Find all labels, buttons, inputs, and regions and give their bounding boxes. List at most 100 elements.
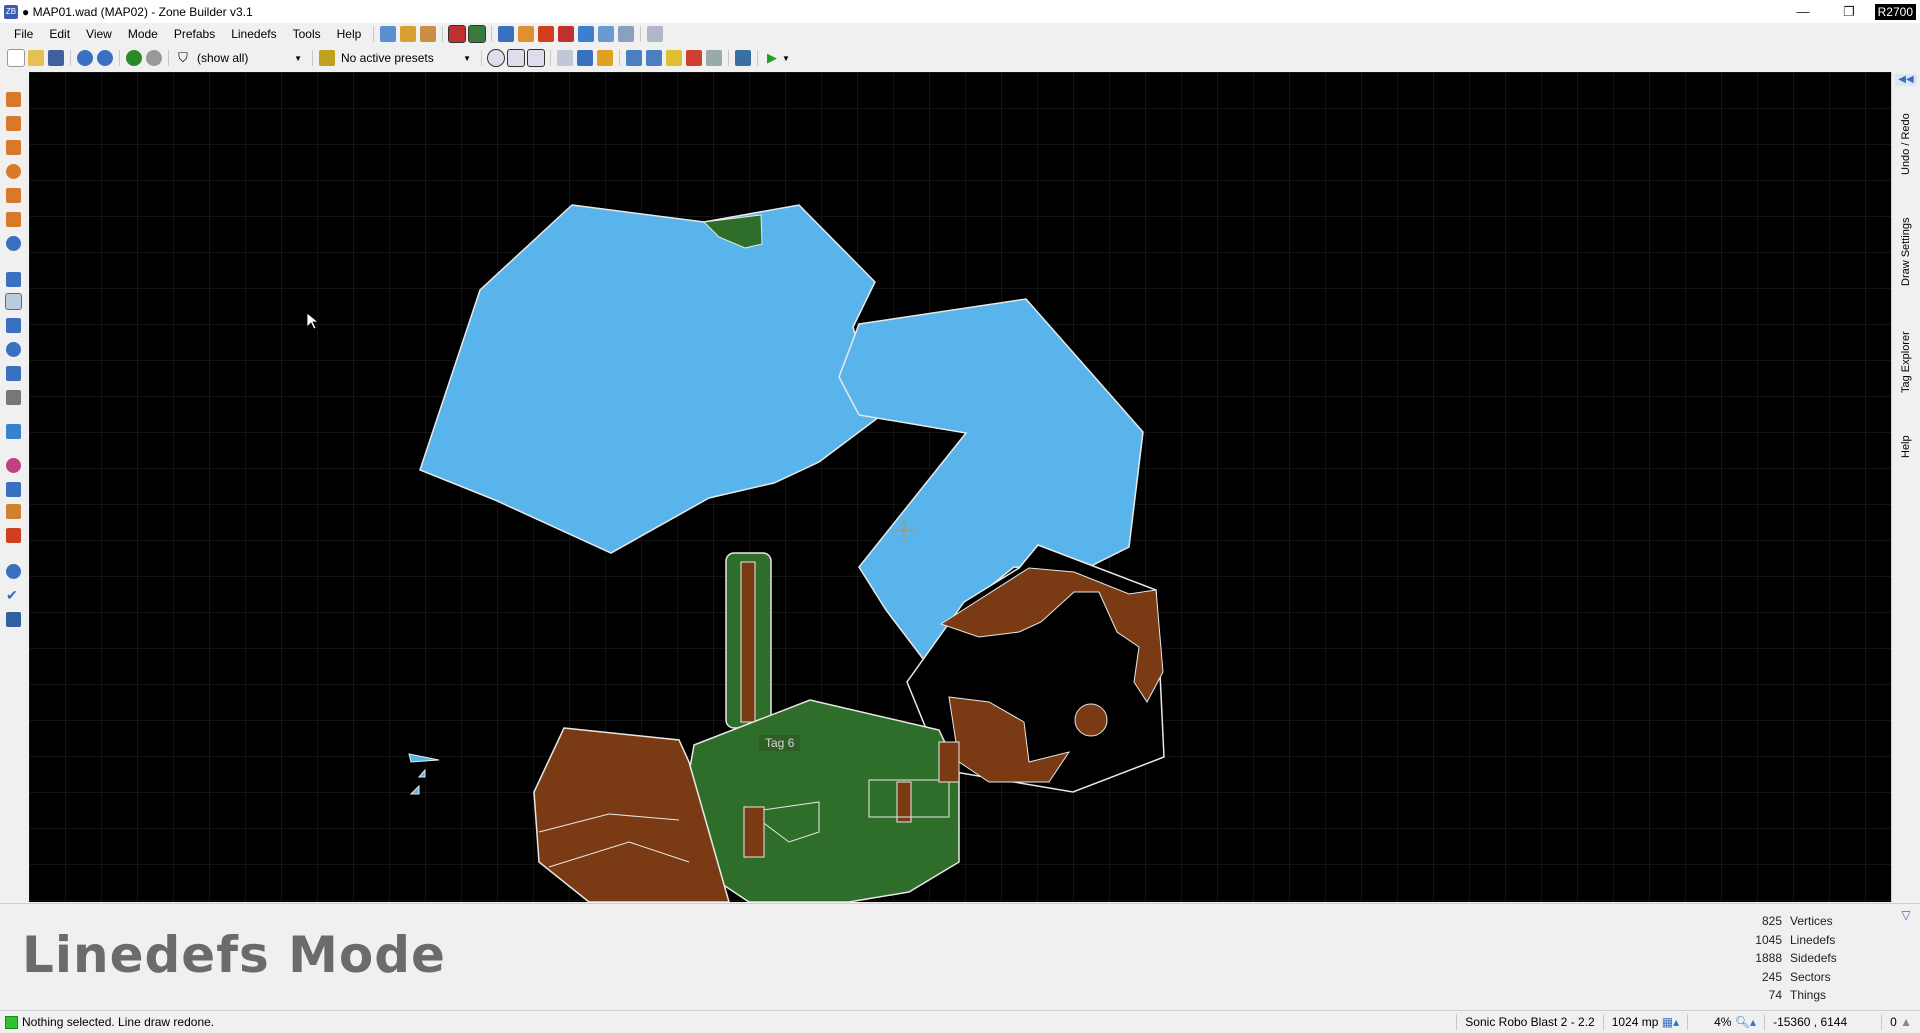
separator [70,50,71,66]
menu-help[interactable]: Help [329,23,370,45]
corridor-sector[interactable] [725,552,772,729]
tab-tag-explorer[interactable]: Tag Explorer [1896,322,1916,402]
status-right: Sonic Robo Blast 2 - 2.2 1024 mp ▦▴ 4% 🔍… [1456,1011,1920,1033]
grid-settings-icon[interactable]: ▦▴ [1662,1015,1679,1029]
sky-icon[interactable] [735,50,751,66]
make-sectors-icon[interactable] [6,366,21,381]
stat-label: Sidedefs [1790,951,1837,965]
chevron-down-icon[interactable]: ▼ [782,54,790,63]
status-bar: Nothing selected. Line draw redone. Soni… [0,1010,1920,1033]
redo-icon[interactable] [97,50,113,66]
insert-thing-icon[interactable] [126,50,142,66]
new-map-icon[interactable] [7,49,25,67]
draw-ellipse-icon[interactable] [6,164,21,179]
merge-icon[interactable] [666,50,682,66]
tool-misc-icon[interactable] [6,528,21,543]
zoom-level[interactable]: 4% 🔍︎▴ [1687,1014,1764,1030]
texture-mode-icon[interactable] [448,25,467,43]
open-map-icon[interactable] [28,50,44,66]
grid-icon[interactable] [626,50,642,66]
find-icon[interactable] [6,564,21,579]
separator [550,50,551,66]
tab-draw-settings[interactable]: Draw Settings [1896,212,1916,292]
edit-selection-icon[interactable] [6,390,21,405]
align-icon[interactable] [598,26,615,42]
draw-sector-icon[interactable] [6,504,21,519]
window-title: ● MAP01.wad (MAP02) - Zone Builder v3.1 [22,4,253,19]
separator [728,50,729,66]
separator [757,50,758,66]
draw-lines-icon[interactable] [6,92,21,107]
flip-icon[interactable] [558,26,575,42]
check-icon[interactable]: ✔ [6,588,21,603]
grid-size-value: 1024 mp [1611,1015,1659,1029]
menu-linedefs[interactable]: Linedefs [223,23,284,45]
menu-view[interactable]: View [78,23,120,45]
title-bar: ZB ● MAP01.wad (MAP02) - Zone Builder v3… [0,0,1920,23]
select-sectors-icon[interactable] [538,26,555,42]
grid-size[interactable]: 1024 mp ▦▴ [1602,1014,1687,1030]
filter-icon[interactable]: ⛉ [175,50,191,66]
draw-triangle-icon[interactable] [6,212,21,227]
paste-special-icon[interactable] [597,50,613,66]
stat-row: 825 Vertices [1742,912,1860,931]
sectors-mode-icon[interactable] [6,318,21,333]
stitch-icon[interactable] [706,50,722,66]
draw-grid-icon[interactable] [6,188,21,203]
copy-icon[interactable] [557,50,573,66]
visual-mode-icon[interactable] [6,424,21,439]
game-config[interactable]: Sonic Robo Blast 2 - 2.2 [1456,1014,1602,1030]
view-3d-icon[interactable] [527,49,545,67]
curve-lines-icon[interactable] [498,26,515,42]
menu-tools[interactable]: Tools [285,23,329,45]
vertices-mode-icon[interactable] [6,272,21,287]
map-options-icon[interactable] [380,26,397,42]
things-mode-icon[interactable] [6,342,21,357]
image-export-icon[interactable] [6,612,21,627]
minimize-button[interactable]: — [1780,0,1826,23]
gear-shape-icon[interactable] [518,26,535,42]
menu-mode[interactable]: Mode [120,23,166,45]
map-canvas[interactable]: Tag 6 [29,72,1891,902]
draw-curve-icon[interactable] [6,116,21,131]
color-picker-icon[interactable] [6,458,21,473]
tag-icon[interactable] [647,26,664,42]
paste-icon[interactable] [577,50,593,66]
linedefs-mode-icon[interactable] [5,293,22,310]
stat-row: 1045 Linedefs [1742,931,1860,950]
snap-grid-icon[interactable] [646,50,662,66]
stat-label: Vertices [1790,914,1833,928]
menu-edit[interactable]: Edit [41,23,78,45]
zoom-icon[interactable]: 🔍︎▴ [1735,1015,1756,1029]
flats-icon[interactable] [420,26,437,42]
undo-icon[interactable] [77,50,93,66]
maximize-button[interactable]: ❐ [1826,0,1872,23]
tab-undo-redo[interactable]: Undo / Redo [1896,104,1916,184]
view-brightness-icon[interactable] [507,49,525,67]
presets-value: No active presets [341,51,434,65]
textures-icon[interactable] [400,26,417,42]
autoalign-icon[interactable] [686,50,702,66]
split-lines-icon[interactable] [578,26,595,42]
view-wireframe-icon[interactable] [487,49,505,67]
expand-info-icon[interactable]: ▽ [1896,908,1916,922]
presets-icon[interactable] [319,50,335,66]
things-filter-icon[interactable] [468,25,487,43]
wrench-icon[interactable] [618,26,635,42]
presets-dropdown[interactable]: No active presets ▼ [337,51,477,65]
transform-icon[interactable] [6,482,21,497]
collapse-icon[interactable]: ◀◀ [1895,74,1917,86]
stat-label: Sectors [1790,969,1831,984]
menu-file[interactable]: File [0,23,41,45]
draw-rectangle-icon[interactable] [6,140,21,155]
menu-prefabs[interactable]: Prefabs [166,23,223,45]
filter-dropdown[interactable]: (show all) ▼ [193,51,308,65]
save-map-icon[interactable] [48,50,64,66]
play-icon[interactable]: ▶ [764,50,780,66]
thing-filter-icon[interactable] [146,50,162,66]
docker-panel: ◀◀ Undo / Redo Draw Settings Tag Explore… [1891,72,1920,902]
bridge-icon[interactable] [6,236,21,251]
warnings-count[interactable]: 0 ▲ [1881,1014,1920,1030]
stat-row: 74 Things [1742,986,1860,1005]
tab-help[interactable]: Help [1896,427,1916,467]
